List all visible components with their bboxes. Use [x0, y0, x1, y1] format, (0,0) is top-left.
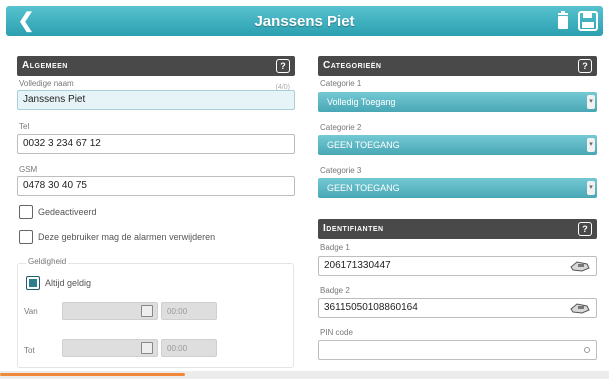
gsm-field[interactable]: 0478 30 40 75	[17, 176, 295, 196]
to-time-value: 00:00	[167, 344, 188, 353]
tel-label: Tel	[19, 122, 30, 131]
category-3-select[interactable]: GEEN TOEGANG ▾	[318, 178, 597, 198]
full-name-counter: (4/0)	[275, 84, 290, 91]
save-icon[interactable]	[577, 10, 599, 32]
pin-field[interactable]	[318, 340, 597, 360]
badge-2-value: 36115050108860164	[324, 302, 418, 313]
top-bar: ❮ Janssens Piet	[6, 6, 603, 36]
category-3-label: Categorie 3	[320, 166, 362, 175]
help-icon[interactable]: ?	[276, 59, 290, 73]
chevron-down-icon: ▾	[587, 181, 595, 195]
category-1-select[interactable]: Volledig Toegang ▾	[318, 92, 597, 112]
badge-1-label: Badge 1	[320, 243, 350, 252]
orange-accent-line	[0, 373, 185, 376]
can-delete-alarms-label: Deze gebruiker mag de alarmen verwijdere…	[38, 232, 216, 242]
category-3-value: GEEN TOEGANG	[327, 183, 400, 193]
calendar-icon[interactable]	[141, 305, 153, 317]
category-1-label: Categorie 1	[320, 79, 362, 88]
category-1-value: Volledig Toegang	[327, 97, 396, 107]
deactivated-label: Gedeactiveerd	[38, 207, 97, 217]
tel-field[interactable]: 0032 3 234 67 12	[17, 134, 295, 154]
chevron-down-icon: ▾	[587, 138, 595, 152]
validity-title: Geldigheid	[26, 257, 69, 266]
from-date-input[interactable]	[62, 302, 158, 320]
algemeen-title: Algemeen	[22, 60, 68, 71]
category-2-select[interactable]: GEEN TOEGANG ▾	[318, 135, 597, 155]
gsm-value: 0478 30 40 75	[23, 180, 87, 191]
from-label: Van	[24, 307, 38, 316]
full-name-value: Janssens Piet	[23, 94, 86, 105]
trash-icon[interactable]	[552, 10, 574, 32]
badge-2-label: Badge 2	[320, 286, 350, 295]
help-icon[interactable]: ?	[578, 222, 592, 236]
to-date-input[interactable]	[62, 339, 158, 357]
badge-1-field[interactable]: 206171330447	[318, 256, 597, 276]
to-label: Tot	[24, 346, 35, 355]
gsm-label: GSM	[19, 165, 38, 174]
always-valid-label: Altijd geldig	[45, 278, 92, 288]
pin-reveal-icon[interactable]	[584, 347, 590, 353]
categorieen-title: Categorieën	[323, 60, 382, 71]
pin-label: PIN code	[320, 328, 353, 337]
badge-reader-icon[interactable]	[570, 260, 590, 272]
category-2-value: GEEN TOEGANG	[327, 140, 400, 150]
can-delete-alarms-checkbox[interactable]	[19, 230, 33, 244]
category-2-label: Categorie 2	[320, 123, 362, 132]
full-name-label: Volledige naam	[19, 79, 74, 88]
badge-1-value: 206171330447	[324, 260, 391, 271]
tel-value: 0032 3 234 67 12	[23, 138, 101, 149]
identifianten-header: Identifianten ?	[318, 219, 597, 239]
algemeen-header: Algemeen ?	[17, 56, 295, 76]
badge-reader-icon[interactable]	[570, 302, 590, 314]
full-name-field[interactable]: Janssens Piet (4/0)	[17, 84, 295, 110]
badge-2-field[interactable]: 36115050108860164	[318, 298, 597, 318]
help-icon[interactable]: ?	[578, 59, 592, 73]
identifianten-title: Identifianten	[323, 223, 384, 234]
calendar-icon[interactable]	[141, 342, 153, 354]
to-time-input[interactable]: 00:00	[161, 339, 217, 357]
deactivated-checkbox[interactable]	[19, 205, 33, 219]
chevron-down-icon: ▾	[587, 95, 595, 109]
from-time-input[interactable]: 00:00	[161, 302, 217, 320]
categorieen-header: Categorieën ?	[318, 56, 597, 76]
page-title: Janssens Piet	[254, 13, 355, 30]
validity-group: Geldigheid Altijd geldig Van 00:00 Tot 0…	[17, 257, 294, 368]
from-time-value: 00:00	[167, 307, 188, 316]
always-valid-checkbox[interactable]	[26, 276, 40, 290]
